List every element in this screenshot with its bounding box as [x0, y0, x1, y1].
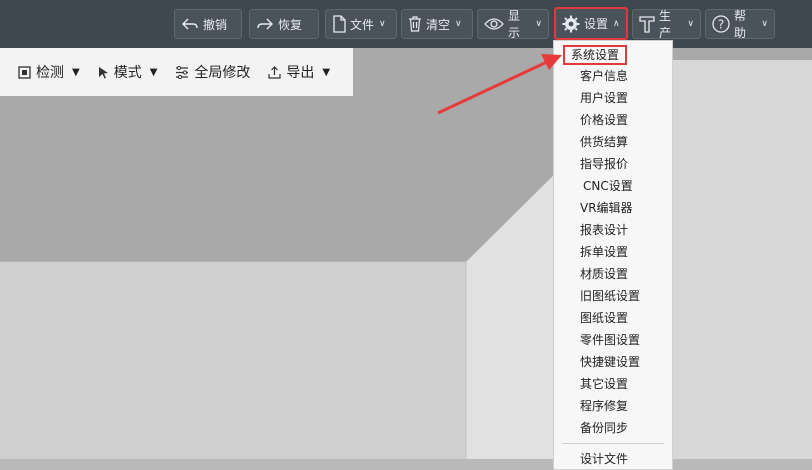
- settings-label: 设置: [584, 17, 609, 31]
- global-edit-button[interactable]: 全局修改: [175, 62, 250, 82]
- help-label: 帮助: [734, 9, 747, 40]
- display-menu-button[interactable]: 显示 ∨: [477, 9, 549, 40]
- undo-label: 撤销: [203, 17, 228, 32]
- undo-icon: [182, 18, 198, 30]
- detect-dropdown[interactable]: 检测 ▼: [18, 62, 80, 82]
- file-icon: [333, 15, 346, 33]
- caret-down-icon: ▼: [322, 66, 331, 78]
- menu-item-vr-editor[interactable]: VR编辑器: [580, 198, 633, 218]
- undo-button[interactable]: 撤销: [174, 9, 242, 39]
- menu-item-program-repair[interactable]: 程序修复: [580, 396, 628, 416]
- caret-down-icon: ▼: [72, 66, 80, 78]
- export-icon: [268, 65, 282, 79]
- top-toolbar: 撤销 恢复 文件 ∨ 清空 ∨ 显示 ∨ 设置 ∧ 生产 ∨ ? 帮助 ∨: [0, 0, 812, 48]
- menu-item-other-settings[interactable]: 其它设置: [580, 374, 628, 394]
- mode-dropdown[interactable]: 模式 ▼: [98, 62, 158, 82]
- sliders-icon: [176, 65, 189, 79]
- caret-down-icon: ▼: [149, 66, 158, 78]
- menu-item-customer-info[interactable]: 客户信息: [580, 66, 628, 86]
- clear-menu-button[interactable]: 清空 ∨: [401, 9, 473, 39]
- export-label: 导出: [286, 65, 315, 81]
- production-label: 生产: [659, 9, 672, 40]
- menu-item-part-drawing-settings[interactable]: 零件图设置: [580, 330, 640, 350]
- help-icon: ?: [712, 15, 730, 33]
- menu-item-price-settings[interactable]: 价格设置: [580, 110, 628, 130]
- detect-icon: [18, 65, 31, 79]
- menu-item-guide-quote[interactable]: 指导报价: [580, 154, 628, 174]
- cursor-icon: [98, 66, 108, 78]
- hammer-icon: [639, 16, 655, 33]
- menu-item-shortcut-settings[interactable]: 快捷键设置: [580, 352, 640, 372]
- menu-item-split-settings[interactable]: 拆单设置: [580, 242, 628, 262]
- svg-text:?: ?: [718, 18, 724, 32]
- export-dropdown[interactable]: 导出 ▼: [268, 62, 330, 82]
- chevron-down-icon: ∨: [379, 19, 386, 29]
- secondary-toolbar: 检测 ▼ 模式 ▼ 全局修改 导出 ▼: [0, 48, 353, 96]
- redo-label: 恢复: [278, 17, 303, 32]
- chevron-down-icon: ∨: [687, 19, 694, 29]
- chevron-up-icon: ∧: [613, 18, 620, 29]
- menu-item-backup-sync[interactable]: 备份同步: [580, 418, 628, 438]
- production-menu-button[interactable]: 生产 ∨: [632, 9, 701, 40]
- menu-item-old-drawing-settings[interactable]: 旧图纸设置: [580, 286, 640, 306]
- file-menu-button[interactable]: 文件 ∨: [325, 9, 397, 39]
- menu-item-supply-settlement[interactable]: 供货结算: [580, 132, 628, 152]
- redo-icon: [257, 18, 273, 30]
- redo-button[interactable]: 恢复: [249, 9, 319, 39]
- menu-item-design-file[interactable]: 设计文件: [580, 449, 628, 469]
- settings-dropdown-menu: 系统设置 客户信息 用户设置 价格设置 供货结算 指导报价 CNC设置 VR编辑…: [553, 40, 673, 470]
- mode-label: 模式: [113, 65, 142, 81]
- chevron-down-icon: ∨: [535, 19, 542, 29]
- menu-divider: [562, 443, 664, 444]
- detect-label: 检测: [36, 65, 64, 81]
- help-menu-button[interactable]: ? 帮助 ∨: [705, 9, 775, 40]
- menu-item-user-settings[interactable]: 用户设置: [580, 88, 628, 108]
- clear-label: 清空: [426, 17, 451, 32]
- settings-menu-button[interactable]: 设置 ∧: [554, 7, 628, 40]
- display-label: 显示: [508, 9, 521, 40]
- menu-item-system-settings[interactable]: 系统设置: [563, 45, 628, 65]
- trash-icon: [409, 16, 421, 32]
- chevron-down-icon: ∨: [761, 19, 768, 29]
- eye-icon: [484, 18, 504, 30]
- menu-item-cnc-settings[interactable]: CNC设置: [583, 176, 633, 196]
- file-label: 文件: [350, 17, 375, 32]
- menu-item-drawing-settings[interactable]: 图纸设置: [580, 308, 628, 328]
- menu-item-material-settings[interactable]: 材质设置: [580, 264, 628, 284]
- menu-item-report-design[interactable]: 报表设计: [580, 220, 628, 240]
- chevron-down-icon: ∨: [455, 19, 462, 29]
- global-edit-label: 全局修改: [194, 65, 251, 81]
- gear-icon: [562, 15, 580, 32]
